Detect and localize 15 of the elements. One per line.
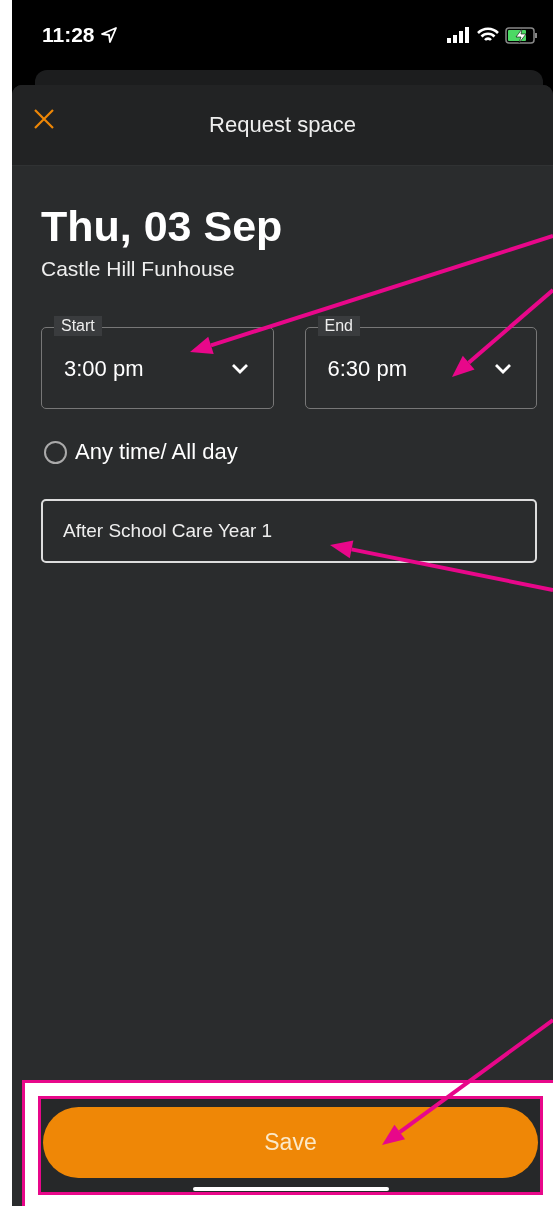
signal-icon [447, 27, 471, 43]
radio-label: Any time/ All day [75, 439, 238, 465]
field-label: End [317, 316, 360, 336]
sheet-title: Request space [209, 112, 356, 138]
battery-charging-icon [505, 26, 539, 44]
input-field[interactable]: After School Care Year 1 [41, 499, 537, 563]
date-title: Thu, 03 Sep [41, 202, 284, 251]
chevron-down-icon [230, 362, 249, 374]
wifi-icon [477, 27, 499, 43]
status-time: 11:28 [42, 23, 95, 47]
location-name: Castle Hill Funhouse [41, 257, 236, 281]
chevron-down-icon [494, 362, 512, 374]
radio-button[interactable] [44, 440, 67, 464]
location-arrow-icon [100, 27, 117, 43]
field-label: Start [54, 316, 102, 336]
